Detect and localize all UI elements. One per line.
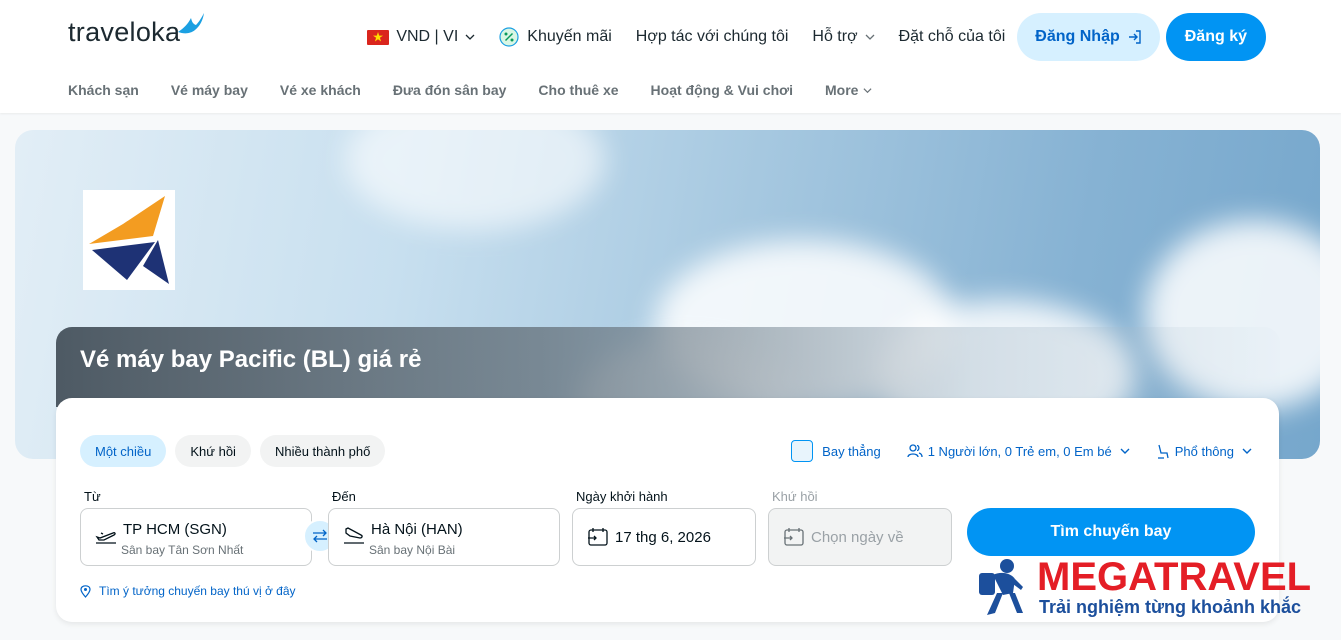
chevron-down-icon — [465, 34, 475, 40]
destination-field[interactable]: Hà Nội (HAN) Sân bay Nội Bài — [328, 508, 560, 566]
subnav-item-airport-transfer[interactable]: Đưa đón sân bay — [393, 82, 507, 98]
flight-ideas-link[interactable]: Tìm ý tưởng chuyến bay thú vị ở đây — [80, 584, 296, 598]
subnav-item-flights[interactable]: Vé máy bay — [171, 82, 248, 98]
passengers-icon — [907, 444, 923, 458]
more-label: More — [824, 82, 859, 98]
promo-link[interactable]: Khuyến mãi — [499, 27, 612, 47]
destination-airport: Sân bay Nội Bài — [369, 543, 456, 557]
passengers-label: 1 Người lớn, 0 Trẻ em, 0 Em bé — [927, 443, 1112, 459]
return-date-placeholder: Chọn ngày về — [811, 529, 904, 546]
destination-city: Hà Nội (HAN) — [371, 521, 463, 538]
seat-icon — [1157, 444, 1169, 459]
depart-date-field[interactable]: 17 thg 6, 2026 — [572, 508, 756, 566]
currency-language-selector[interactable]: VND | VI — [367, 28, 475, 46]
search-flights-button[interactable]: Tìm chuyến bay — [967, 508, 1255, 556]
calendar-return-icon — [784, 528, 804, 546]
landing-icon — [344, 527, 364, 544]
tab-multi-city[interactable]: Nhiều thành phố — [259, 435, 386, 467]
tab-one-way[interactable]: Một chiều — [80, 435, 167, 467]
promo-label: Khuyến mãi — [527, 28, 612, 45]
product-subnav: Khách sạn Vé máy bay Vé xe khách Đưa đón… — [68, 82, 904, 98]
traveler-figure-icon — [979, 559, 1023, 615]
vietnam-flag-icon — [367, 29, 390, 45]
register-label: Đăng ký — [1184, 28, 1247, 45]
passenger-selector[interactable]: 1 Người lớn, 0 Trẻ em, 0 Em bé — [907, 444, 1130, 459]
cabin-class-label: Phổ thông — [1174, 443, 1234, 459]
pacific-airline-logo — [83, 190, 175, 290]
subnav-item-bus[interactable]: Vé xe khách — [280, 82, 361, 98]
direct-flight-checkbox[interactable] — [791, 440, 814, 462]
origin-field[interactable]: TP HCM (SGN) Sân bay Tân Sơn Nhất — [80, 508, 312, 566]
my-booking-label: Đặt chỗ của tôi — [898, 28, 1006, 45]
trip-type-tabs: Một chiều Khứ hồi Nhiều thành phố — [80, 435, 394, 467]
login-icon — [1128, 30, 1141, 44]
subnav-item-activities[interactable]: Hoạt động & Vui chơi — [651, 82, 793, 98]
subnav-more-menu[interactable]: More — [825, 82, 872, 98]
login-label: Đăng Nhập — [1035, 28, 1120, 45]
register-button[interactable]: Đăng ký — [1165, 13, 1266, 61]
origin-airport: Sân bay Tân Sơn Nhất — [121, 543, 244, 557]
depart-date-value: 17 thg 6, 2026 — [615, 529, 711, 546]
chevron-down-icon — [865, 34, 875, 40]
logo-text: traveloka — [68, 17, 181, 47]
return-date-label: Khứ hồi — [772, 489, 818, 504]
currency-label: VND | VI — [396, 28, 459, 45]
to-label: Đến — [332, 489, 356, 504]
partner-link[interactable]: Hợp tác với chúng tôi — [636, 28, 789, 46]
megatravel-watermark: MEGATRAVEL Trải nghiệm từng khoảnh khắc — [975, 555, 1325, 621]
from-label: Từ — [84, 489, 101, 504]
subnav-item-car-rental[interactable]: Cho thuê xe — [538, 82, 618, 98]
watermark-brand: MEGATRAVEL — [1037, 555, 1312, 599]
top-bar: traveloka VND | VI Khuyến mãi Hợp tác vớ… — [0, 0, 1341, 113]
top-navigation: VND | VI Khuyến mãi Hợp tác với chúng tô… — [367, 13, 1266, 61]
chevron-down-icon — [1242, 448, 1252, 454]
chevron-down-icon — [863, 87, 872, 93]
title-band: Vé máy bay Pacific (BL) giá rẻ — [56, 327, 1280, 407]
swap-icon — [313, 529, 327, 543]
support-label: Hỗ trợ — [812, 28, 858, 45]
page-title: Vé máy bay Pacific (BL) giá rẻ — [80, 346, 422, 373]
flight-ideas-label: Tìm ý tưởng chuyến bay thú vị ở đây — [99, 584, 296, 598]
subnav-item-hotels[interactable]: Khách sạn — [68, 82, 139, 98]
login-button[interactable]: Đăng Nhập — [1017, 13, 1160, 61]
direct-flight-label: Bay thẳng — [822, 443, 881, 459]
calendar-depart-icon — [588, 528, 608, 546]
support-menu[interactable]: Hỗ trợ — [812, 28, 875, 46]
return-date-field[interactable]: Chọn ngày về — [768, 508, 952, 566]
cloud-decoration — [345, 130, 605, 230]
partner-label: Hợp tác với chúng tôi — [635, 28, 789, 45]
search-options: Bay thẳng 1 Người lớn, 0 Trẻ em, 0 Em bé… — [765, 440, 1252, 462]
traveloka-logo[interactable]: traveloka — [68, 13, 206, 50]
watermark-slogan: Trải nghiệm từng khoảnh khắc — [1039, 597, 1302, 617]
cabin-class-selector[interactable]: Phổ thông — [1156, 444, 1252, 459]
chevron-down-icon — [1120, 448, 1130, 454]
takeoff-icon — [95, 532, 116, 544]
bird-icon — [178, 13, 205, 34]
location-pin-icon — [80, 584, 91, 598]
discount-icon — [499, 27, 519, 47]
my-booking-link[interactable]: Đặt chỗ của tôi — [899, 28, 1006, 46]
direct-flight-toggle[interactable]: Bay thẳng — [791, 440, 881, 462]
depart-date-label: Ngày khởi hành — [576, 489, 668, 504]
airline-logo-mark — [89, 196, 169, 284]
origin-city: TP HCM (SGN) — [123, 521, 227, 538]
tab-round-trip[interactable]: Khứ hồi — [175, 435, 251, 467]
